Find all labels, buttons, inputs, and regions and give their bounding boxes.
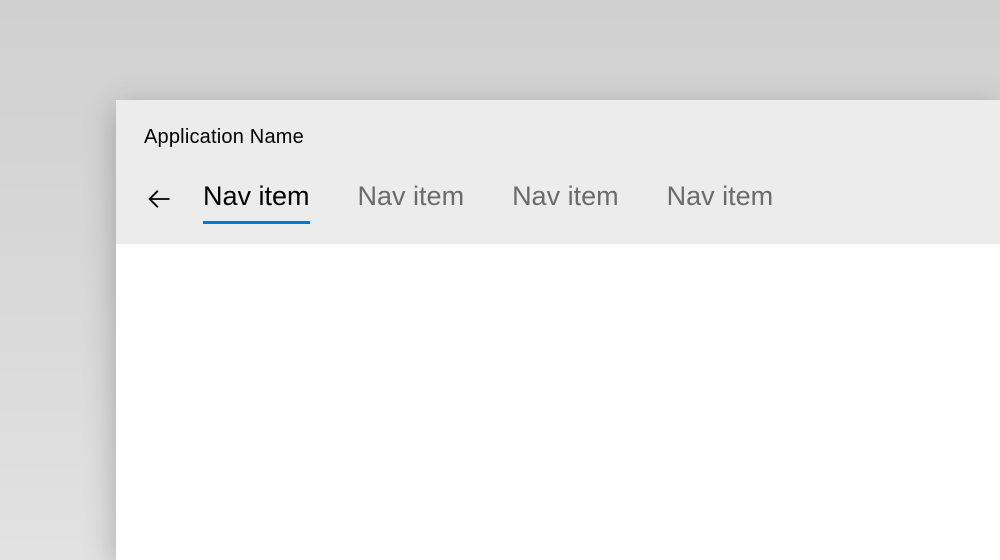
nav-tab-2[interactable]: Nav item	[358, 181, 465, 222]
nav-tabs: Nav item Nav item Nav item Nav item	[203, 181, 773, 222]
back-button[interactable]	[135, 177, 183, 225]
app-header: Application Name Nav item Nav item Nav i…	[116, 100, 1000, 244]
nav-row: Nav item Nav item Nav item Nav item	[116, 177, 1000, 225]
app-window: Application Name Nav item Nav item Nav i…	[116, 100, 1000, 560]
content-area	[116, 244, 1000, 560]
nav-tab-4[interactable]: Nav item	[667, 181, 774, 222]
app-title: Application Name	[116, 100, 1000, 149]
nav-tab-3[interactable]: Nav item	[512, 181, 619, 222]
back-arrow-icon	[145, 185, 173, 218]
nav-tab-1[interactable]: Nav item	[203, 181, 310, 222]
